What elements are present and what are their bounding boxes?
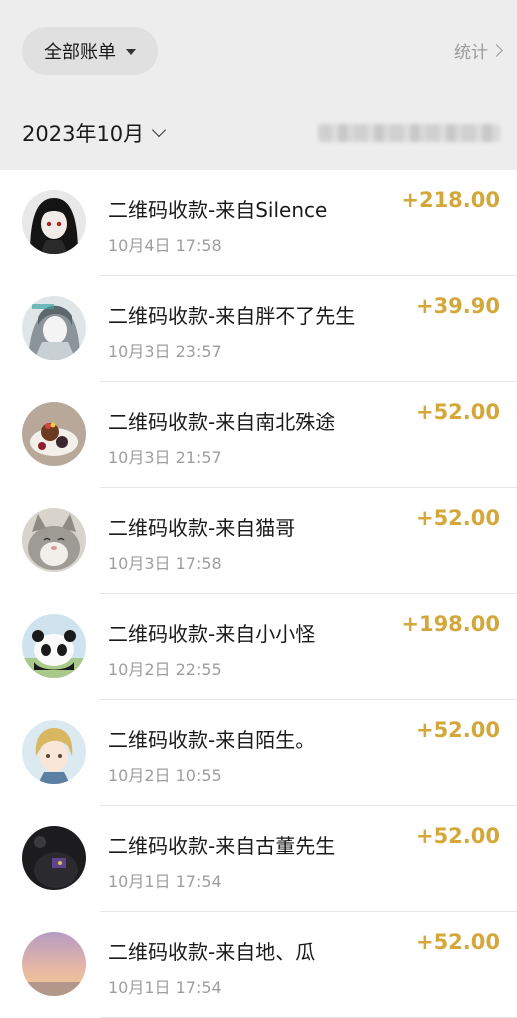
transaction-time: 10月2日 22:55 bbox=[108, 660, 222, 679]
transaction-time: 10月3日 17:58 bbox=[108, 554, 222, 573]
transaction-amount: +52.00 bbox=[415, 506, 500, 530]
transaction-row[interactable]: 二维码收款-来自古董先生 10月1日 17:54 +52.00 bbox=[0, 806, 517, 912]
avatar-anime-grey bbox=[22, 296, 86, 360]
transaction-title: 二维码收款-来自南北殊途 bbox=[108, 410, 336, 434]
caret-down-icon bbox=[126, 49, 136, 55]
chevron-down-icon bbox=[152, 122, 167, 138]
avatar-dark-photo bbox=[22, 826, 86, 890]
filter-label: 全部账单 bbox=[44, 42, 116, 63]
transaction-amount: +39.90 bbox=[415, 294, 500, 318]
transaction-row[interactable]: 二维码收款-来自猫哥 10月3日 17:58 +52.00 bbox=[0, 488, 517, 594]
avatar-panda bbox=[22, 614, 86, 678]
transaction-amount: +52.00 bbox=[415, 824, 500, 848]
transaction-title: 二维码收款-来自陌生。 bbox=[108, 728, 316, 752]
transaction-time: 10月3日 21:57 bbox=[108, 448, 222, 467]
stats-label: 统计 bbox=[454, 43, 488, 63]
header: 全部账单 统计 2023年10月 bbox=[0, 0, 517, 170]
transaction-amount: +198.00 bbox=[401, 612, 500, 636]
chevron-right-icon bbox=[490, 44, 503, 57]
transaction-title: 二维码收款-来自猫哥 bbox=[108, 516, 296, 540]
transaction-title: 二维码收款-来自Silence bbox=[108, 198, 328, 222]
transaction-row[interactable]: 二维码收款-来自陌生。 10月2日 10:55 +52.00 bbox=[0, 700, 517, 806]
avatar-anime-blond bbox=[22, 720, 86, 784]
transaction-time: 10月1日 17:54 bbox=[108, 978, 222, 997]
transaction-row[interactable]: 二维码收款-来自地、瓜 10月1日 17:54 +52.00 bbox=[0, 912, 517, 1018]
transaction-amount: +52.00 bbox=[415, 400, 500, 424]
transaction-row[interactable]: 二维码收款-来自小小怪 10月2日 22:55 +198.00 bbox=[0, 594, 517, 700]
transaction-title: 二维码收款-来自小小怪 bbox=[108, 622, 316, 646]
transaction-time: 10月2日 10:55 bbox=[108, 766, 222, 785]
month-selector[interactable]: 2023年10月 bbox=[22, 118, 167, 148]
avatar-cat bbox=[22, 508, 86, 572]
blurred-summary bbox=[318, 124, 500, 142]
transaction-title: 二维码收款-来自地、瓜 bbox=[108, 940, 316, 964]
transaction-row[interactable]: 二维码收款-来自南北殊途 10月3日 21:57 +52.00 bbox=[0, 382, 517, 488]
transaction-title: 二维码收款-来自古董先生 bbox=[108, 834, 336, 858]
transaction-row[interactable]: 二维码收款-来自Silence 10月4日 17:58 +218.00 bbox=[0, 170, 517, 276]
transaction-time: 10月4日 17:58 bbox=[108, 236, 222, 255]
avatar-food-plate bbox=[22, 402, 86, 466]
transaction-time: 10月1日 17:54 bbox=[108, 872, 222, 891]
all-bills-filter-button[interactable]: 全部账单 bbox=[22, 27, 158, 75]
transaction-row[interactable]: 二维码收款-来自胖不了先生 10月3日 23:57 +39.90 bbox=[0, 276, 517, 382]
avatar-anime-dark-hair bbox=[22, 190, 86, 254]
month-label: 2023年10月 bbox=[22, 122, 145, 146]
transaction-amount: +218.00 bbox=[401, 188, 500, 212]
transaction-time: 10月3日 23:57 bbox=[108, 342, 222, 361]
transaction-title: 二维码收款-来自胖不了先生 bbox=[108, 304, 356, 328]
stats-link[interactable]: 统计 bbox=[454, 38, 503, 63]
avatar-sunset bbox=[22, 932, 86, 996]
transaction-list: 二维码收款-来自Silence 10月4日 17:58 +218.00 二维码收… bbox=[0, 170, 517, 1018]
transaction-amount: +52.00 bbox=[415, 718, 500, 742]
transaction-amount: +52.00 bbox=[415, 930, 500, 954]
